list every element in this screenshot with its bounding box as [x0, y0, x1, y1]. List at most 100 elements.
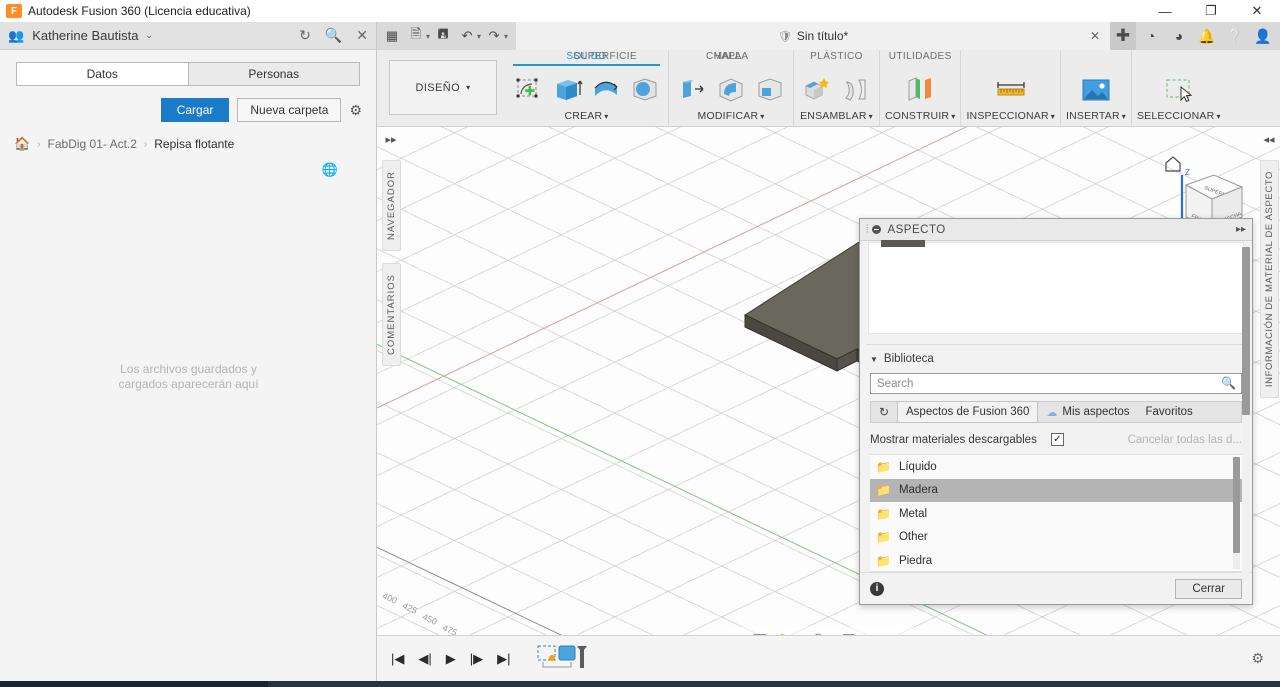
search-icon[interactable]: 🔍 — [325, 27, 342, 44]
tab-personas[interactable]: Personas — [187, 62, 360, 86]
list-item[interactable]: 📁 Other — [870, 526, 1242, 550]
ribbon-label-inspeccionar-text: INSPECCIONAR — [966, 110, 1049, 122]
close-icon[interactable]: ✕ — [356, 27, 368, 44]
ribbon-label-ensamblar-text: ENSAMBLAR — [800, 110, 867, 122]
vertical-tab-informacion-material[interactable]: INFORMACIÓN DE MATERIAL DE ASPECTO — [1259, 160, 1279, 399]
vertical-tab-comentarios[interactable]: COMENTARIOS — [381, 263, 401, 367]
joint-icon[interactable] — [838, 72, 874, 108]
play-icon[interactable]: ▶ — [446, 651, 456, 667]
job-status-icon[interactable]: ◔ — [1138, 22, 1164, 50]
appearance-folder-list[interactable]: 📁 Líquido 📁 Madera 📁 Metal 📁 Other 📁 Pie… — [870, 454, 1242, 572]
undo-icon[interactable]: ↶ — [456, 25, 478, 47]
gear-icon[interactable]: ⚙ — [1251, 650, 1264, 667]
chevron-down-icon-newfile[interactable]: ▾ — [426, 32, 430, 41]
ribbon-label-construir[interactable]: CONSTRUIR ▾ — [885, 108, 955, 124]
appearance-dialog-header[interactable]: ⦙ ASPECTO ▸▸ — [860, 219, 1252, 241]
drag-grip-icon[interactable]: ⦙ — [866, 223, 868, 236]
ribbon-label-crear[interactable]: CREAR ▾ — [565, 108, 609, 124]
go-to-end-icon[interactable]: ▶| — [497, 651, 510, 667]
close-dialog-button[interactable]: Cerrar — [1175, 578, 1242, 599]
ribbon-tab-utilidades[interactable]: UTILIDADES — [889, 50, 952, 64]
applied-material-swatch[interactable] — [881, 240, 925, 247]
ribbon-label-seleccionar[interactable]: SELECCIONAR ▾ — [1137, 108, 1221, 124]
dialog-status-icon — [872, 225, 882, 234]
gear-icon[interactable]: ⚙ — [349, 102, 362, 119]
ribbon-label-ensamblar[interactable]: ENSAMBLAR ▾ — [800, 108, 873, 124]
ribbon-label-insertar[interactable]: INSERTAR ▾ — [1066, 108, 1126, 124]
vertical-tab-navegador[interactable]: NAVEGADOR — [381, 160, 401, 252]
expand-icon[interactable]: ▸▸ — [1236, 224, 1246, 235]
select-window-icon[interactable] — [1161, 72, 1197, 108]
create-sketch-icon[interactable] — [510, 72, 546, 108]
tab-datos[interactable]: Datos — [16, 62, 188, 86]
source-my-appearances[interactable]: ☁ Mis aspectos — [1038, 402, 1137, 422]
close-icon[interactable]: ✕ — [1090, 29, 1100, 43]
workspace-switcher[interactable]: DISEÑO ▾ — [389, 60, 497, 115]
cancel-downloads-link[interactable]: Cancelar todas las d... — [1128, 434, 1242, 446]
notifications-icon[interactable]: 🔔 — [1194, 22, 1220, 50]
sweep-icon[interactable] — [627, 72, 663, 108]
shell-icon[interactable] — [752, 72, 788, 108]
show-downloadable-checkbox[interactable]: ✓ — [1050, 433, 1064, 446]
ribbon-tab-superficie[interactable]: SUPERFICIE — [573, 50, 637, 64]
ribbon-group-inspeccionar: INSPECCIONAR ▾ — [961, 50, 1061, 127]
source-favorites[interactable]: Favoritos — [1138, 402, 1201, 422]
chevron-down-icon-undo[interactable]: ▾ — [477, 32, 481, 41]
globe-icon[interactable]: 🌐 — [322, 162, 338, 178]
maximize-button[interactable]: ❐ — [1188, 0, 1234, 22]
refresh-icon[interactable]: ↻ — [871, 405, 897, 419]
ribbon-tab-chapa[interactable]: CHAPA — [706, 50, 742, 64]
fillet-icon[interactable] — [713, 72, 749, 108]
new-folder-button[interactable]: Nueva carpeta — [237, 98, 342, 122]
user-name[interactable]: Katherine Bautista — [32, 28, 138, 43]
new-file-icon[interactable]: 🗎 — [405, 25, 427, 47]
insert-image-icon[interactable] — [1078, 72, 1114, 108]
refresh-icon[interactable]: ↻ — [299, 27, 311, 44]
step-back-icon[interactable]: ◀| — [418, 651, 431, 667]
new-tab-icon[interactable]: ✚ — [1110, 22, 1136, 50]
list-item[interactable]: 📁 Líquido — [870, 455, 1242, 479]
new-component-icon[interactable] — [799, 72, 835, 108]
press-pull-icon[interactable] — [674, 72, 710, 108]
step-forward-icon[interactable]: |▶ — [470, 651, 483, 667]
ribbon-label-inspeccionar[interactable]: INSPECCIONAR ▾ — [966, 108, 1055, 124]
expand-browser-icon[interactable]: ▸▸ — [385, 133, 396, 146]
revolve-icon[interactable] — [588, 72, 624, 108]
recent-icon[interactable]: ◕ — [1166, 22, 1192, 50]
offset-plane-icon[interactable] — [902, 72, 938, 108]
appearance-dialog[interactable]: ⦙ ASPECTO ▸▸ ▼ Biblioteca 🔍 ↻ Aspectos d… — [859, 218, 1253, 605]
go-to-beginning-icon[interactable]: |◀ — [391, 651, 404, 667]
save-icon[interactable]: 🖪 — [432, 25, 454, 47]
applied-appearances-area[interactable] — [868, 240, 1244, 334]
measure-icon[interactable] — [993, 72, 1029, 108]
upload-button[interactable]: Cargar — [160, 98, 230, 122]
dialog-scroll-thumb[interactable] — [1242, 247, 1250, 415]
breadcrumb-separator: › — [37, 138, 41, 150]
breadcrumb-item-current[interactable]: Repisa flotante — [154, 137, 234, 151]
chevron-down-icon-redo[interactable]: ▾ — [504, 32, 508, 41]
collapse-panel-icon[interactable]: ◂◂ — [1263, 133, 1274, 146]
search-icon[interactable]: 🔍 — [1221, 376, 1236, 390]
document-tab[interactable]: 🛡 Sin título* ✕ — [516, 22, 1110, 50]
close-button[interactable]: ✕ — [1234, 0, 1280, 22]
account-avatar[interactable]: 👤 — [1250, 22, 1276, 50]
breadcrumb: 🏠 › FabDig 01- Act.2 › Repisa flotante — [14, 136, 376, 152]
extrude-icon[interactable] — [549, 72, 585, 108]
info-icon[interactable]: i — [870, 581, 884, 596]
chevron-down-icon[interactable]: ⌄ — [145, 30, 153, 41]
list-item[interactable]: 📁 Piedra — [870, 549, 1242, 571]
folder-list-scroll-thumb[interactable] — [1233, 457, 1240, 553]
minimize-button[interactable]: — — [1142, 0, 1188, 22]
source-fusion-appearances[interactable]: Aspectos de Fusion 360 — [897, 401, 1039, 423]
search-input[interactable] — [870, 373, 1242, 394]
list-item[interactable]: 📁 Madera — [870, 478, 1242, 502]
grid-apps-icon[interactable]: ▦ — [381, 25, 403, 47]
help-icon[interactable]: ❔ — [1222, 22, 1248, 50]
home-icon[interactable]: 🏠 — [14, 136, 30, 152]
library-section-header[interactable]: ▼ Biblioteca — [860, 345, 1252, 365]
ribbon-tab-plastico[interactable]: PLÁSTICO — [810, 50, 863, 64]
breadcrumb-item-project[interactable]: FabDig 01- Act.2 — [48, 137, 137, 151]
list-item[interactable]: 📁 Metal — [870, 502, 1242, 526]
ribbon-label-modificar[interactable]: MODIFICAR ▾ — [698, 108, 765, 124]
redo-icon[interactable]: ↷ — [483, 25, 505, 47]
